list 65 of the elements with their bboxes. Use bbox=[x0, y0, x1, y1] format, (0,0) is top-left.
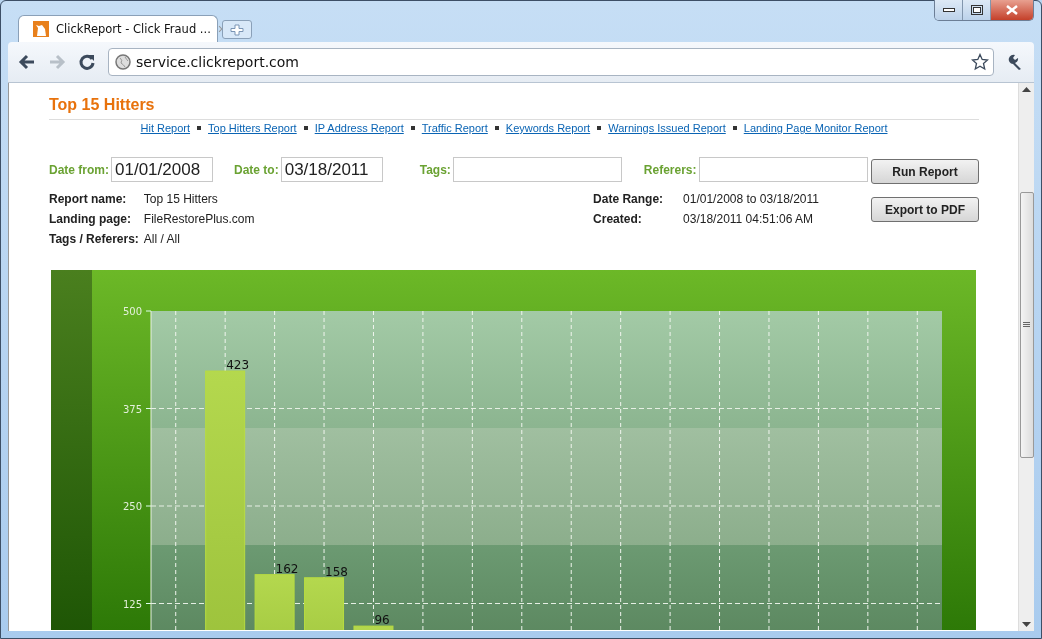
url-text: service.clickreport.com bbox=[136, 54, 299, 70]
grip-icon bbox=[1023, 322, 1030, 328]
star-icon[interactable] bbox=[971, 53, 989, 71]
plus-icon bbox=[230, 23, 244, 36]
minimize-button[interactable] bbox=[935, 0, 963, 20]
wrench-icon[interactable] bbox=[1006, 53, 1024, 71]
address-bar[interactable]: service.clickreport.com bbox=[108, 48, 994, 76]
data-label: 423 bbox=[226, 358, 250, 373]
bullet-icon bbox=[597, 126, 602, 130]
report-link[interactable]: Traffic Report bbox=[421, 122, 488, 134]
detail-value: 03/18/2011 04:51:06 AM bbox=[683, 212, 814, 226]
maximize-icon bbox=[970, 5, 983, 15]
bullet-icon bbox=[410, 126, 415, 130]
detail-value: Top 15 Hitters bbox=[143, 192, 219, 206]
bar bbox=[254, 574, 295, 630]
scroll-down-icon[interactable] bbox=[1022, 622, 1031, 627]
field-label: Date to: bbox=[234, 162, 279, 177]
data-label: 96 bbox=[374, 613, 390, 628]
data-label: 162 bbox=[275, 561, 299, 576]
run-report-button[interactable]: Run Report bbox=[871, 159, 979, 184]
tab-title: ClickReport - Click Fraud ... bbox=[56, 22, 211, 36]
report-link[interactable]: Landing Page Monitor Report bbox=[743, 122, 888, 134]
new-tab-button[interactable] bbox=[222, 20, 252, 39]
detail-value: All / All bbox=[143, 232, 181, 246]
report-link[interactable]: Hit Report bbox=[140, 122, 191, 134]
report-link[interactable]: Keywords Report bbox=[505, 122, 591, 134]
scrollbar[interactable] bbox=[1018, 83, 1034, 631]
axis-tick-label: 125 bbox=[122, 598, 142, 610]
report-link[interactable]: Warnings Issued Report bbox=[608, 122, 726, 134]
scroll-thumb[interactable] bbox=[1019, 192, 1034, 458]
detail-label: Tags / Referers: bbox=[49, 232, 139, 246]
report-link[interactable]: IP Address Report bbox=[314, 122, 404, 134]
bullet-icon bbox=[494, 126, 499, 130]
close-icon bbox=[1005, 5, 1019, 15]
input-field[interactable] bbox=[698, 157, 868, 182]
page-title: Top 15 Hitters bbox=[49, 96, 156, 114]
export-pdf-button[interactable]: Export to PDF bbox=[871, 197, 979, 222]
data-label: 158 bbox=[325, 564, 348, 579]
bullet-icon bbox=[197, 126, 202, 130]
detail-value: FileRestorePlus.com bbox=[143, 212, 255, 226]
input-field[interactable] bbox=[452, 157, 622, 182]
close-button[interactable] bbox=[991, 0, 1033, 20]
report-link[interactable]: Top Hitters Report bbox=[208, 122, 297, 134]
field-label: Tags: bbox=[419, 162, 451, 177]
detail-value: 01/01/2008 to 03/18/2011 bbox=[683, 192, 819, 206]
bar bbox=[353, 625, 394, 630]
reload-icon[interactable] bbox=[78, 53, 96, 71]
scroll-up-icon[interactable] bbox=[1022, 87, 1031, 92]
bullet-icon bbox=[303, 126, 308, 130]
bullet-icon bbox=[732, 126, 737, 130]
bar bbox=[304, 577, 345, 630]
field-label: Date from: bbox=[49, 162, 109, 177]
detail-label: Date Range: bbox=[593, 192, 664, 206]
axis-tick-label: 500 bbox=[122, 306, 142, 317]
detail-label: Created: bbox=[593, 212, 643, 226]
axis-tick-label: 375 bbox=[122, 403, 142, 415]
back-arrow-icon[interactable] bbox=[18, 54, 36, 70]
axis-tick-label: 250 bbox=[122, 501, 142, 512]
field-label: Referers: bbox=[643, 162, 697, 177]
date-field[interactable]: 03/18/2011 bbox=[280, 157, 383, 182]
date-field[interactable]: 01/01/2008 bbox=[111, 157, 213, 182]
detail-label: Landing page: bbox=[49, 212, 132, 226]
minimize-icon bbox=[942, 7, 955, 13]
maximize-button[interactable] bbox=[963, 0, 991, 20]
detail-label: Report name: bbox=[49, 192, 128, 206]
